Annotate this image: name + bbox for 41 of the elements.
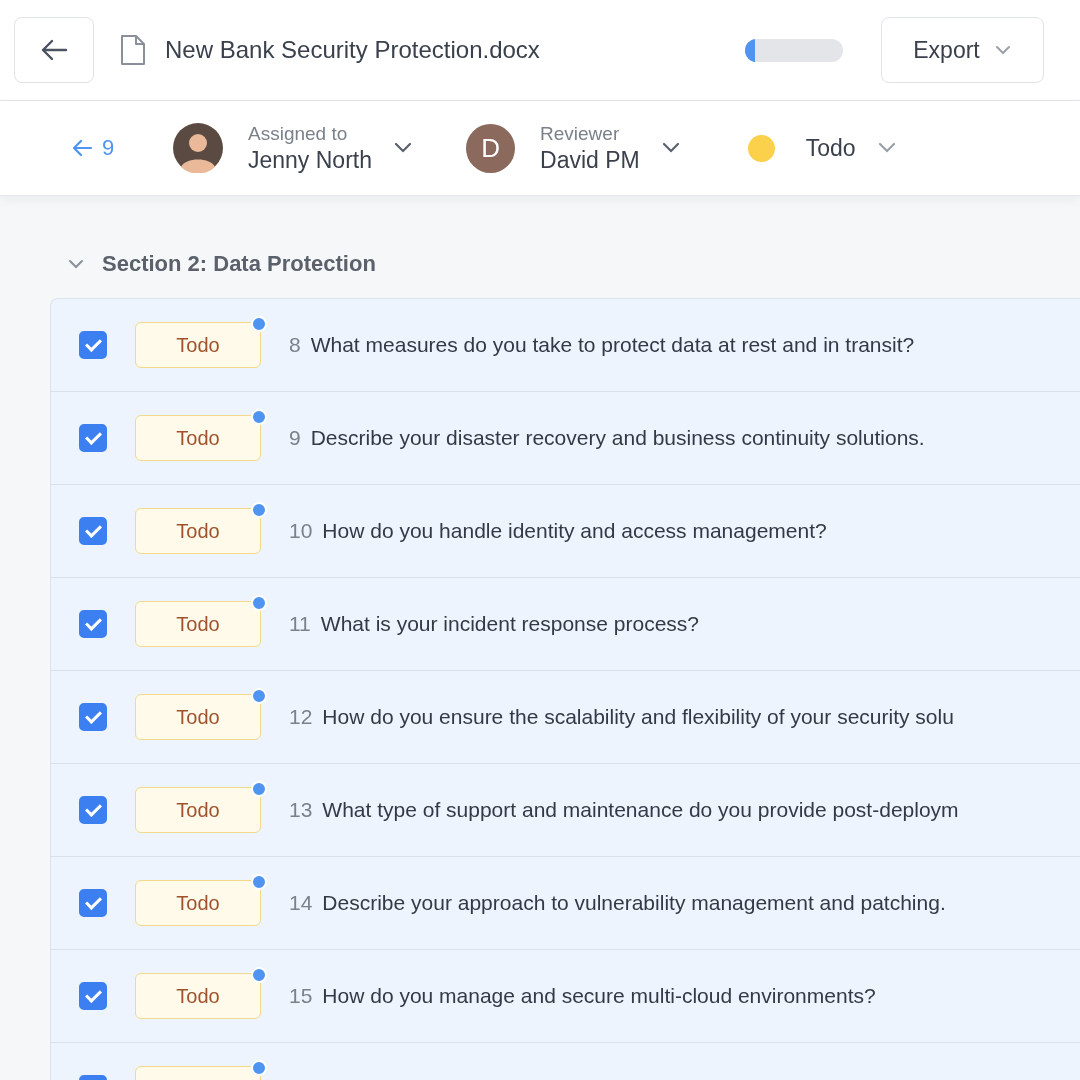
question-text: How do you manage and secure multi-cloud environments?: [322, 984, 876, 1008]
question-text: Describe your disaster recovery and business continuity solutions.: [310, 426, 925, 450]
question-number: 15: [289, 984, 313, 1008]
section-title: Section 2: Data Protection: [102, 251, 376, 277]
question-text: What measures do you take to protect data at rest and in transit?: [310, 333, 915, 357]
status-badge[interactable]: Todo: [135, 880, 261, 926]
question-text: How do you ensure the scalability and flexibility of your security solu: [322, 705, 954, 729]
field-label: Assigned to: [248, 122, 349, 145]
question-row[interactable]: Todo 9 Describe your disaster recovery and business continuity solutions.: [51, 392, 1080, 485]
question-number: 11: [289, 612, 311, 636]
file-name: New Bank Security Protection.docx: [165, 36, 541, 64]
question-row[interactable]: Todo 10 How do you handle identity and access management?: [51, 485, 1080, 578]
question-text: What type of support and maintenance do you provide post-deploym: [322, 798, 959, 822]
question-number: 10: [289, 519, 313, 543]
question-number: 14: [289, 891, 313, 915]
question-number: 9: [289, 426, 301, 450]
question-row[interactable]: Todo 8 What measures do you take to protect data at rest and in transit?: [51, 299, 1080, 392]
question-text: Describe your approach to vulnerability management and patching.: [322, 891, 946, 915]
status-badge[interactable]: Todo: [135, 322, 261, 368]
assignee-name: Jenny North: [248, 146, 372, 174]
question-text: How do you handle identity and access management?: [322, 519, 827, 543]
avatar: D: [466, 123, 515, 173]
reviewer-name: David PM: [540, 146, 640, 174]
export-button[interactable]: Export: [881, 17, 1044, 83]
status-badge[interactable]: Todo: [135, 973, 261, 1019]
question-row[interactable]: Todo 13 What type of support and maintenance do you provide post-deploym: [51, 764, 1080, 857]
status-badge[interactable]: Todo: [135, 787, 261, 833]
field-label: Reviewer: [540, 122, 621, 145]
status-badge[interactable]: Todo: [135, 601, 261, 647]
status-badge[interactable]: Todo: [135, 694, 261, 740]
status-badge[interactable]: Todo: [135, 415, 261, 461]
question-row[interactable]: Todo 11 What is your incident response process?: [51, 578, 1080, 671]
status-badge[interactable]: Todo: [135, 508, 261, 554]
question-number: 12: [289, 705, 313, 729]
question-row[interactable]: Todo 14 Describe your approach to vulnerability management and patching.: [51, 857, 1080, 950]
question-number: 8: [289, 333, 301, 357]
status-label: Todo: [805, 134, 856, 162]
question-row[interactable]: Todo 12 How do you ensure the scalability and flexibility of your security solu: [51, 671, 1080, 764]
question-number: 13: [289, 798, 313, 822]
question-row[interactable]: Todo 15 How do you manage and secure multi-cloud environments?: [51, 950, 1080, 1043]
question-text: What is your incident response process?: [320, 612, 699, 636]
